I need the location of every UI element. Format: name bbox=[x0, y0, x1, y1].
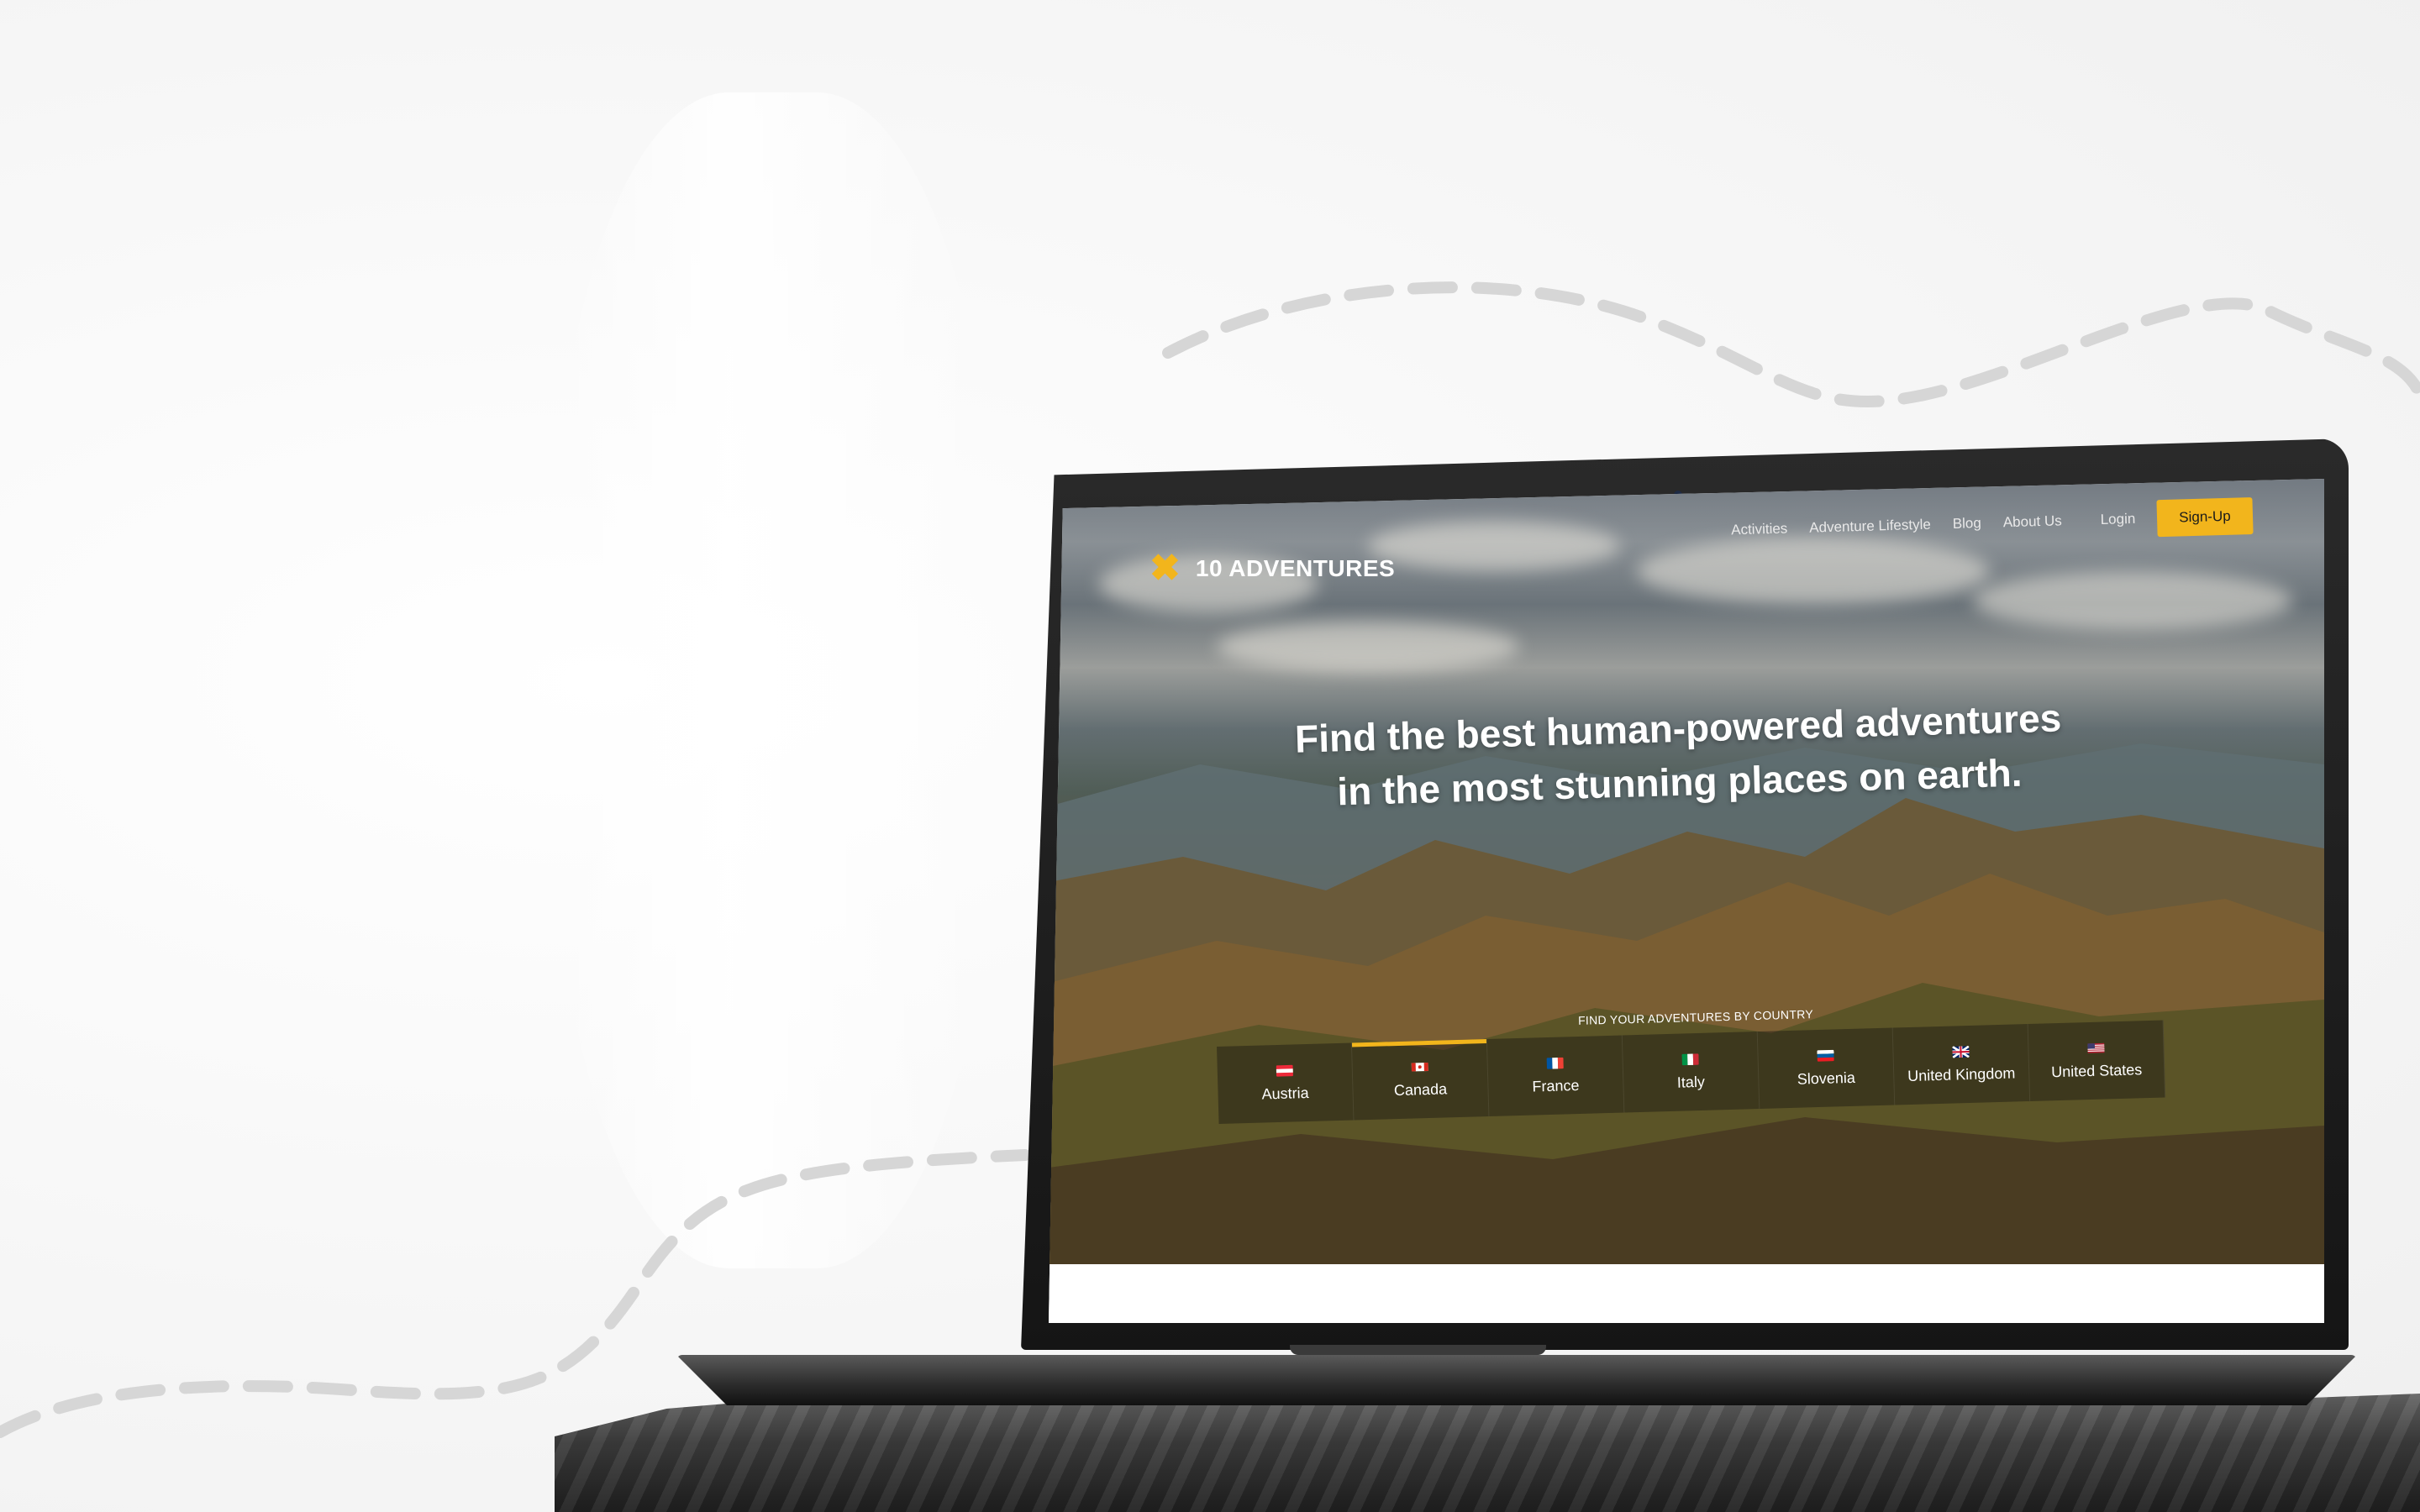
nav-adventure-lifestyle[interactable]: Adventure Lifestyle bbox=[1809, 517, 1931, 537]
austria-flag-icon bbox=[1276, 1064, 1294, 1077]
country-name: United States bbox=[2050, 1060, 2143, 1080]
laptop-base bbox=[676, 1355, 2357, 1405]
cloud bbox=[1637, 538, 1990, 605]
signup-button[interactable]: Sign-Up bbox=[2157, 497, 2254, 538]
us-flag-icon bbox=[2087, 1042, 2105, 1053]
hero-background bbox=[1049, 479, 2324, 1264]
page-below-hero bbox=[1049, 1264, 2324, 1323]
country-tab-slovenia[interactable]: Slovenia bbox=[1757, 1027, 1896, 1109]
country-tab-france[interactable]: France bbox=[1486, 1035, 1625, 1116]
country-name: Slovenia bbox=[1797, 1068, 1856, 1088]
country-name: France bbox=[1532, 1076, 1580, 1095]
brand-name: 10 ADVENTURES bbox=[1195, 555, 1396, 581]
x-mark-icon: ✖ bbox=[1150, 548, 1181, 589]
cloud bbox=[1368, 521, 1620, 571]
canada-flag-icon bbox=[1411, 1062, 1428, 1072]
italy-flag-icon bbox=[1681, 1053, 1699, 1065]
brand-logo[interactable]: ✖ 10 ADVENTURES bbox=[1150, 550, 1395, 587]
slovenia-flag-icon bbox=[1817, 1049, 1834, 1062]
country-tab-united-kingdom[interactable]: United Kingdom bbox=[1892, 1024, 2031, 1105]
laptop-hinge bbox=[1290, 1345, 1546, 1355]
nav-blog[interactable]: Blog bbox=[1953, 515, 1982, 533]
country-name: Italy bbox=[1676, 1073, 1706, 1091]
nav-about-us[interactable]: About Us bbox=[2003, 512, 2062, 531]
country-tab-canada[interactable]: Canada bbox=[1351, 1039, 1490, 1121]
country-tab-italy[interactable]: Italy bbox=[1622, 1032, 1760, 1113]
country-tab-united-states[interactable]: United States bbox=[2028, 1020, 2166, 1101]
country-name: Austria bbox=[1261, 1084, 1309, 1103]
mockup-scene: ✖ 10 ADVENTURES Activities Adventure Lif… bbox=[0, 0, 2420, 1512]
nav-activities[interactable]: Activities bbox=[1731, 520, 1788, 538]
country-name: United Kingdom bbox=[1907, 1063, 2016, 1084]
login-link[interactable]: Login bbox=[2101, 511, 2136, 528]
country-tab-austria[interactable]: Austria bbox=[1217, 1042, 1355, 1124]
france-flag-icon bbox=[1546, 1057, 1564, 1069]
uk-flag-icon bbox=[1952, 1045, 1970, 1058]
cloud bbox=[1973, 571, 2292, 630]
laptop-screen: ✖ 10 ADVENTURES Activities Adventure Lif… bbox=[1049, 479, 2324, 1323]
country-name: Canada bbox=[1393, 1079, 1448, 1099]
